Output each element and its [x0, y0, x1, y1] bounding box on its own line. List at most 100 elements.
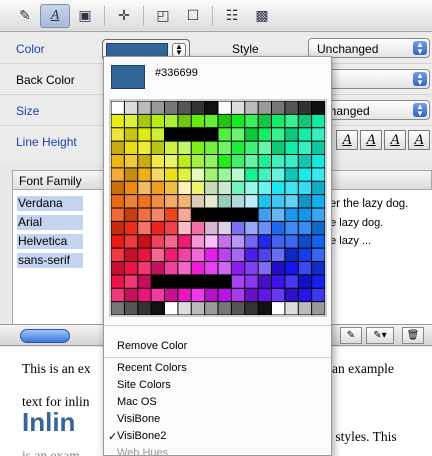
- palette-swatch[interactable]: [218, 155, 231, 168]
- palette-swatch[interactable]: [312, 221, 325, 235]
- palette-swatch[interactable]: [165, 128, 178, 141]
- palette-swatch[interactable]: [165, 235, 178, 248]
- palette-swatch[interactable]: [151, 235, 164, 248]
- palette-swatch[interactable]: [191, 141, 205, 154]
- palette-swatch[interactable]: [258, 248, 271, 261]
- palette-swatch[interactable]: [191, 114, 205, 128]
- palette-swatch[interactable]: [231, 141, 245, 154]
- recent-colors-item[interactable]: Recent Colors: [117, 362, 187, 374]
- palette-swatch[interactable]: [231, 114, 245, 128]
- palette-swatch[interactable]: [124, 181, 138, 195]
- palette-swatch[interactable]: [205, 262, 218, 275]
- palette-swatch[interactable]: [285, 128, 298, 141]
- palette-swatch[interactable]: [285, 181, 298, 195]
- palette-swatch[interactable]: [218, 208, 231, 221]
- palette-swatch[interactable]: [205, 195, 218, 208]
- palette-swatch[interactable]: [218, 114, 231, 128]
- palette-swatch[interactable]: [312, 141, 325, 154]
- palette-swatch[interactable]: [165, 141, 178, 154]
- image-icon[interactable]: ▣: [70, 4, 100, 28]
- palette-swatch[interactable]: [245, 275, 258, 288]
- palette-swatch[interactable]: [124, 128, 138, 141]
- palette-swatch[interactable]: [191, 155, 205, 168]
- palette-swatch[interactable]: [231, 195, 245, 208]
- palette-swatch[interactable]: [285, 141, 298, 154]
- palette-swatch[interactable]: [312, 155, 325, 168]
- palette-swatch[interactable]: [124, 288, 138, 302]
- palette-swatch[interactable]: [165, 155, 178, 168]
- palette-swatch[interactable]: [258, 168, 271, 181]
- palette-swatch[interactable]: [124, 208, 138, 221]
- site-colors-item[interactable]: Site Colors: [117, 379, 171, 391]
- palette-swatch[interactable]: [285, 101, 298, 114]
- palette-swatch[interactable]: [258, 235, 271, 248]
- palette-swatch[interactable]: [191, 101, 205, 114]
- palette-swatch[interactable]: [178, 208, 191, 221]
- palette-swatch[interactable]: [151, 168, 164, 181]
- palette-swatch[interactable]: [312, 248, 325, 261]
- font-item-helvetica[interactable]: Helvetica: [17, 234, 83, 249]
- palette-swatch[interactable]: [151, 101, 164, 114]
- palette-swatch[interactable]: [231, 248, 245, 261]
- visibone2-item[interactable]: ✓ VisiBone2: [108, 430, 166, 443]
- palette-swatch[interactable]: [151, 181, 164, 195]
- palette-swatch[interactable]: [151, 195, 164, 208]
- palette-swatch[interactable]: [151, 248, 164, 261]
- palette-swatch[interactable]: [124, 155, 138, 168]
- palette-swatch[interactable]: [272, 302, 285, 315]
- palette-swatch[interactable]: [272, 141, 285, 154]
- palette-swatch[interactable]: [205, 141, 218, 154]
- palette-swatch[interactable]: [285, 168, 298, 181]
- frame-icon[interactable]: ◰: [148, 4, 178, 28]
- palette-swatch[interactable]: [258, 208, 271, 221]
- palette-swatch[interactable]: [165, 181, 178, 195]
- palette-swatch[interactable]: [205, 114, 218, 128]
- palette-swatch[interactable]: [111, 248, 124, 261]
- palette-swatch[interactable]: [312, 302, 325, 315]
- palette-swatch[interactable]: [231, 262, 245, 275]
- palette-swatch[interactable]: [111, 101, 124, 114]
- palette-swatch[interactable]: [111, 302, 124, 315]
- palette-swatch[interactable]: [111, 155, 124, 168]
- palette-swatch[interactable]: [205, 248, 218, 261]
- remove-color-item[interactable]: Remove Color: [117, 340, 187, 352]
- palette-swatch[interactable]: [178, 248, 191, 261]
- palette-swatch[interactable]: [231, 275, 245, 288]
- palette-swatch[interactable]: [138, 235, 151, 248]
- palette-swatch[interactable]: [138, 248, 151, 261]
- palette-swatch[interactable]: [178, 235, 191, 248]
- palette-swatch[interactable]: [218, 302, 231, 315]
- font-family-list[interactable]: Verdana Arial Helvetica sans-serif: [12, 190, 102, 324]
- palette-swatch[interactable]: [272, 114, 285, 128]
- palette-swatch[interactable]: [245, 208, 258, 221]
- palette-swatch[interactable]: [298, 275, 312, 288]
- palette-swatch[interactable]: [285, 114, 298, 128]
- palette-swatch[interactable]: [298, 101, 312, 114]
- palette-swatch[interactable]: [191, 288, 205, 302]
- palette-swatch[interactable]: [312, 128, 325, 141]
- palette-swatch[interactable]: [245, 302, 258, 315]
- palette-swatch[interactable]: [124, 248, 138, 261]
- palette-swatch[interactable]: [231, 168, 245, 181]
- palette-swatch[interactable]: [245, 168, 258, 181]
- palette-swatch[interactable]: [218, 168, 231, 181]
- palette-swatch[interactable]: [138, 141, 151, 154]
- palette-swatch[interactable]: [272, 155, 285, 168]
- palette-swatch[interactable]: [218, 181, 231, 195]
- palette-swatch[interactable]: [138, 221, 151, 235]
- palette-swatch[interactable]: [205, 275, 218, 288]
- palette-swatch[interactable]: [218, 248, 231, 261]
- palette-swatch[interactable]: [191, 168, 205, 181]
- palette-swatch[interactable]: [258, 128, 271, 141]
- palette-swatch[interactable]: [178, 101, 191, 114]
- palette-swatch[interactable]: [298, 235, 312, 248]
- palette-swatch[interactable]: [205, 208, 218, 221]
- palette-swatch[interactable]: [245, 221, 258, 235]
- palette-swatch[interactable]: [312, 168, 325, 181]
- palette-swatch[interactable]: [258, 221, 271, 235]
- palette-swatch[interactable]: [124, 114, 138, 128]
- palette-swatch[interactable]: [298, 302, 312, 315]
- palette-swatch[interactable]: [178, 221, 191, 235]
- palette-swatch[interactable]: [124, 221, 138, 235]
- palette-swatch[interactable]: [165, 302, 178, 315]
